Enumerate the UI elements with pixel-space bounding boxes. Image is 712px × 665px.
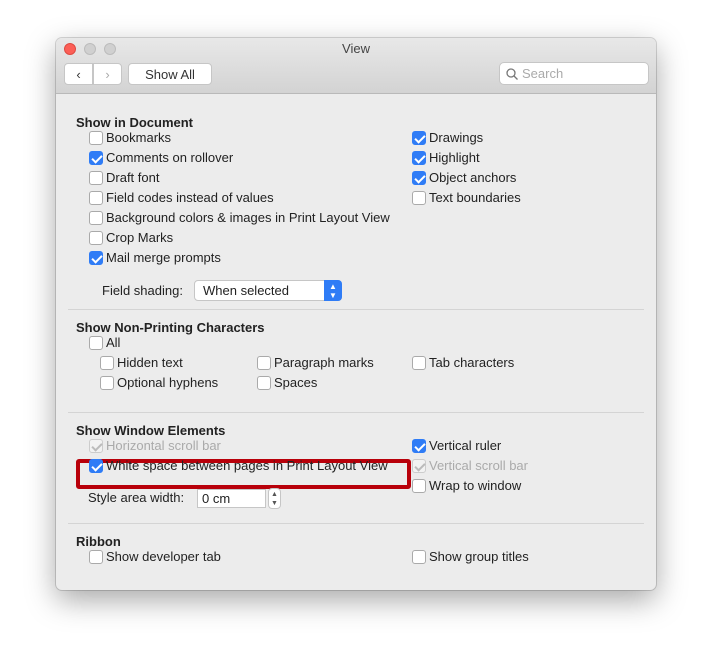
- search-placeholder: Search: [522, 66, 564, 81]
- checkbox-label-vertical-scroll-bar[interactable]: Vertical scroll bar: [429, 458, 528, 474]
- checkbox-label-hidden-text[interactable]: Hidden text: [117, 355, 183, 371]
- checkbox-object-anchors[interactable]: [412, 171, 426, 185]
- chevron-updown-icon: ▲ ▼: [324, 280, 342, 301]
- checkbox-show-group-titles[interactable]: [412, 550, 426, 564]
- checkbox-vertical-ruler[interactable]: [412, 439, 426, 453]
- style-area-width-stepper[interactable]: ▲ ▼: [268, 488, 281, 509]
- checkbox-field-codes-instead-of-values[interactable]: [89, 191, 103, 205]
- checkbox-label-spaces[interactable]: Spaces: [274, 375, 317, 391]
- checkbox-label-optional-hyphens[interactable]: Optional hyphens: [117, 375, 218, 391]
- chevron-left-icon: ‹: [76, 66, 81, 82]
- checkbox-draft-font[interactable]: [89, 171, 103, 185]
- checkbox-label-show-developer-tab[interactable]: Show developer tab: [106, 549, 221, 565]
- checkbox-label-object-anchors[interactable]: Object anchors: [429, 170, 516, 186]
- checkbox-label-drawings[interactable]: Drawings: [429, 130, 483, 146]
- checkbox-label-mail-merge-prompts[interactable]: Mail merge prompts: [106, 250, 221, 266]
- checkbox-background-colors-images-in-print-layout-view[interactable]: [89, 211, 103, 225]
- style-area-width-input[interactable]: 0 cm: [197, 489, 266, 508]
- section-title-show-in-document: Show in Document: [76, 115, 193, 130]
- checkbox-label-text-boundaries[interactable]: Text boundaries: [429, 190, 521, 206]
- section-title-window-elements: Show Window Elements: [76, 423, 226, 438]
- show-all-button[interactable]: Show All: [128, 63, 212, 85]
- checkbox-label-horizontal-scroll-bar[interactable]: Horizontal scroll bar: [106, 438, 221, 454]
- field-shading-select[interactable]: When selected ▲ ▼: [194, 280, 342, 301]
- checkbox-comments-on-rollover[interactable]: [89, 151, 103, 165]
- checkbox-highlight[interactable]: [412, 151, 426, 165]
- checkbox-label-paragraph-marks[interactable]: Paragraph marks: [274, 355, 374, 371]
- checkbox-all[interactable]: [89, 336, 103, 350]
- checkbox-label-bookmarks[interactable]: Bookmarks: [106, 130, 171, 146]
- forward-button[interactable]: ›: [93, 63, 122, 85]
- checkbox-drawings[interactable]: [412, 131, 426, 145]
- section-title-ribbon: Ribbon: [76, 534, 121, 549]
- checkbox-optional-hyphens[interactable]: [100, 376, 114, 390]
- checkbox-crop-marks[interactable]: [89, 231, 103, 245]
- checkbox-label-all[interactable]: All: [106, 335, 120, 351]
- checkbox-hidden-text[interactable]: [100, 356, 114, 370]
- checkbox-label-wrap-to-window[interactable]: Wrap to window: [429, 478, 521, 494]
- section-title-non-printing: Show Non-Printing Characters: [76, 320, 265, 335]
- checkbox-spaces[interactable]: [257, 376, 271, 390]
- back-button[interactable]: ‹: [64, 63, 93, 85]
- checkbox-bookmarks[interactable]: [89, 131, 103, 145]
- checkbox-label-show-group-titles[interactable]: Show group titles: [429, 549, 529, 565]
- field-shading-label: Field shading:: [102, 283, 183, 298]
- checkbox-tab-characters[interactable]: [412, 356, 426, 370]
- checkbox-label-crop-marks[interactable]: Crop Marks: [106, 230, 173, 246]
- divider: [68, 523, 644, 524]
- window-title: View: [342, 41, 370, 56]
- checkbox-paragraph-marks[interactable]: [257, 356, 271, 370]
- checkbox-label-tab-characters[interactable]: Tab characters: [429, 355, 514, 371]
- checkbox-label-vertical-ruler[interactable]: Vertical ruler: [429, 438, 501, 454]
- checkbox-label-background-colors-images-in-print-layout-view[interactable]: Background colors & images in Print Layo…: [106, 210, 390, 226]
- search-icon: [506, 68, 518, 80]
- checkbox-label-draft-font[interactable]: Draft font: [106, 170, 159, 186]
- checkbox-mail-merge-prompts[interactable]: [89, 251, 103, 265]
- divider: [68, 412, 644, 413]
- checkbox-vertical-scroll-bar: [412, 459, 426, 473]
- checkbox-horizontal-scroll-bar: [89, 439, 103, 453]
- checkbox-white-space-between-pages-in-print-layout-view[interactable]: [89, 459, 103, 473]
- title-bar: View ‹ › Show All Search: [56, 38, 656, 94]
- checkbox-text-boundaries[interactable]: [412, 191, 426, 205]
- field-shading-value: When selected: [203, 283, 289, 298]
- checkbox-label-comments-on-rollover[interactable]: Comments on rollover: [106, 150, 233, 166]
- checkbox-show-developer-tab[interactable]: [89, 550, 103, 564]
- checkbox-wrap-to-window[interactable]: [412, 479, 426, 493]
- style-area-width-label: Style area width:: [88, 490, 185, 505]
- chevron-right-icon: ›: [105, 66, 110, 82]
- checkbox-label-highlight[interactable]: Highlight: [429, 150, 480, 166]
- view-preferences-window: View ‹ › Show All Search Show in Documen…: [56, 38, 656, 590]
- divider: [68, 309, 644, 310]
- checkbox-label-white-space-between-pages-in-print-layout-view[interactable]: White space between pages in Print Layou…: [106, 458, 388, 474]
- search-input[interactable]: Search: [499, 62, 649, 85]
- checkbox-label-field-codes-instead-of-values[interactable]: Field codes instead of values: [106, 190, 274, 206]
